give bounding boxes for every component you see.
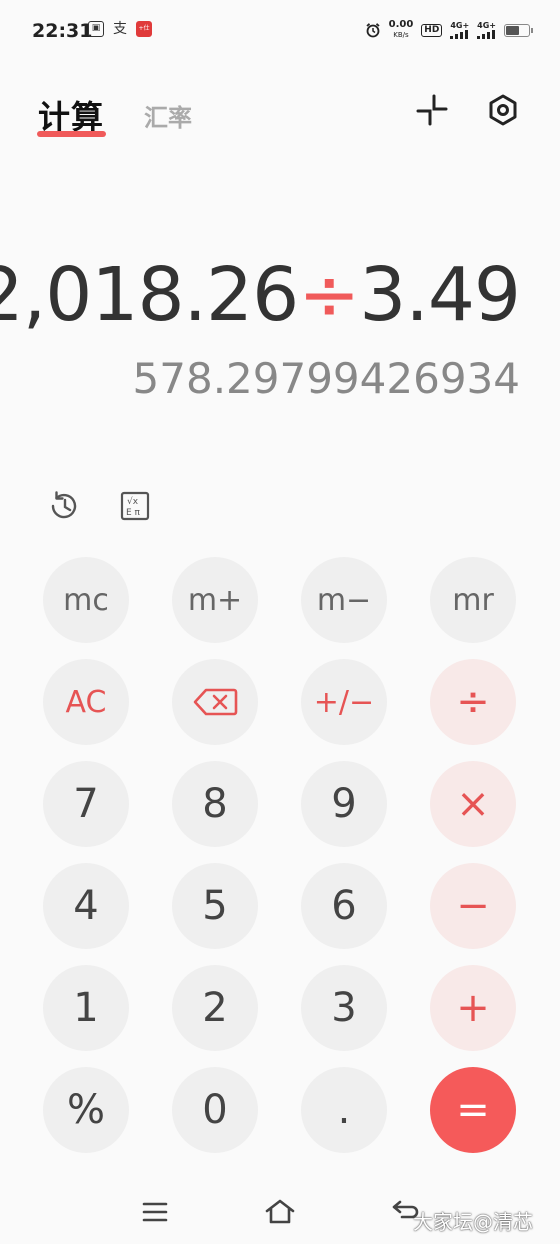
- key-backspace[interactable]: [172, 659, 258, 745]
- key-4[interactable]: 4: [43, 863, 129, 949]
- key-mc[interactable]: mc: [43, 557, 129, 643]
- signal-1-bars: [450, 29, 469, 39]
- history-button[interactable]: [44, 486, 84, 526]
- keypad: mc m+ m− mr AC +/− ÷ 7 8 9 × 4 5 6 − 1 2…: [43, 557, 519, 1153]
- nav-home-button[interactable]: [258, 1195, 302, 1229]
- net-speed: 0.00 KB/s: [389, 20, 414, 40]
- status-right-icons: 0.00 KB/s HD 4G+ 4G+: [365, 20, 533, 40]
- key-8[interactable]: 8: [172, 761, 258, 847]
- key-minus[interactable]: −: [430, 863, 516, 949]
- status-time: 22:31: [32, 20, 93, 42]
- signal-2: 4G+: [477, 20, 496, 39]
- battery-fill: [506, 25, 519, 35]
- key-3[interactable]: 3: [301, 965, 387, 1051]
- settings-hex-icon: [489, 94, 517, 126]
- net-speed-value: 0.00: [388, 19, 414, 30]
- key-6[interactable]: 6: [301, 863, 387, 949]
- tab-exchange-rate[interactable]: 汇率: [144, 98, 192, 133]
- minimize-icon: [416, 94, 448, 126]
- scientific-mode-button[interactable]: √x E π: [115, 486, 155, 526]
- compact-mode-button[interactable]: [410, 88, 454, 132]
- key-7[interactable]: 7: [43, 761, 129, 847]
- home-icon: [265, 1199, 295, 1224]
- key-divide[interactable]: ÷: [430, 659, 516, 745]
- history-icon: [51, 491, 77, 519]
- signal-2-bars: [477, 29, 496, 39]
- key-5[interactable]: 5: [172, 863, 258, 949]
- status-bar: 22:31 ▣ 支 +仕 0.00 KB/s HD 4G+ 4G+: [0, 0, 560, 60]
- key-0[interactable]: 0: [172, 1067, 258, 1153]
- scientific-icon: √x E π: [120, 491, 150, 521]
- key-multiply[interactable]: ×: [430, 761, 516, 847]
- signal-1: 4G+: [450, 20, 470, 39]
- tab-active-indicator: [37, 131, 106, 137]
- key-2[interactable]: 2: [172, 965, 258, 1051]
- signal-2-label: 4G+: [477, 20, 496, 30]
- expression-operator: ÷: [298, 252, 360, 338]
- net-speed-unit: KB/s: [393, 31, 409, 39]
- key-all-clear[interactable]: AC: [43, 659, 129, 745]
- svg-text:E π: E π: [126, 508, 141, 518]
- alarm-icon: [366, 23, 380, 38]
- key-9[interactable]: 9: [301, 761, 387, 847]
- svg-text:√x: √x: [127, 496, 139, 507]
- key-m-minus[interactable]: m−: [301, 557, 387, 643]
- app-badge-icon: +仕: [136, 21, 152, 37]
- key-equals[interactable]: =: [430, 1067, 516, 1153]
- expression-left-operand: 2,018.26: [0, 252, 299, 338]
- expression-display: 2,018.26÷3.49: [0, 252, 521, 338]
- settings-button[interactable]: [481, 88, 525, 132]
- key-decimal[interactable]: .: [301, 1067, 387, 1153]
- nav-menu-button[interactable]: [133, 1195, 177, 1229]
- key-mr[interactable]: mr: [430, 557, 516, 643]
- result-preview: 578.29799426934: [132, 354, 520, 403]
- gallery-icon: ▣: [88, 21, 104, 37]
- signal-1-label: 4G+: [450, 20, 470, 30]
- battery-icon: [504, 23, 533, 37]
- calculator-app: 22:31 ▣ 支 +仕 0.00 KB/s HD 4G+ 4G+ 计算 汇率 …: [0, 0, 560, 1244]
- expression-right-operand: 3.49: [359, 252, 521, 338]
- key-m-plus[interactable]: m+: [172, 557, 258, 643]
- hd-voice-icon: HD: [421, 23, 443, 37]
- menu-icon: [142, 1202, 168, 1222]
- key-percent[interactable]: %: [43, 1067, 129, 1153]
- backspace-icon: [193, 688, 238, 716]
- key-plus[interactable]: +: [430, 965, 516, 1051]
- key-1[interactable]: 1: [43, 965, 129, 1051]
- alipay-icon: 支: [113, 21, 127, 37]
- status-left-icons: ▣ 支 +仕: [88, 21, 152, 37]
- key-sign-toggle[interactable]: +/−: [301, 659, 387, 745]
- watermark-text: 大家坛@清芯: [413, 1210, 533, 1234]
